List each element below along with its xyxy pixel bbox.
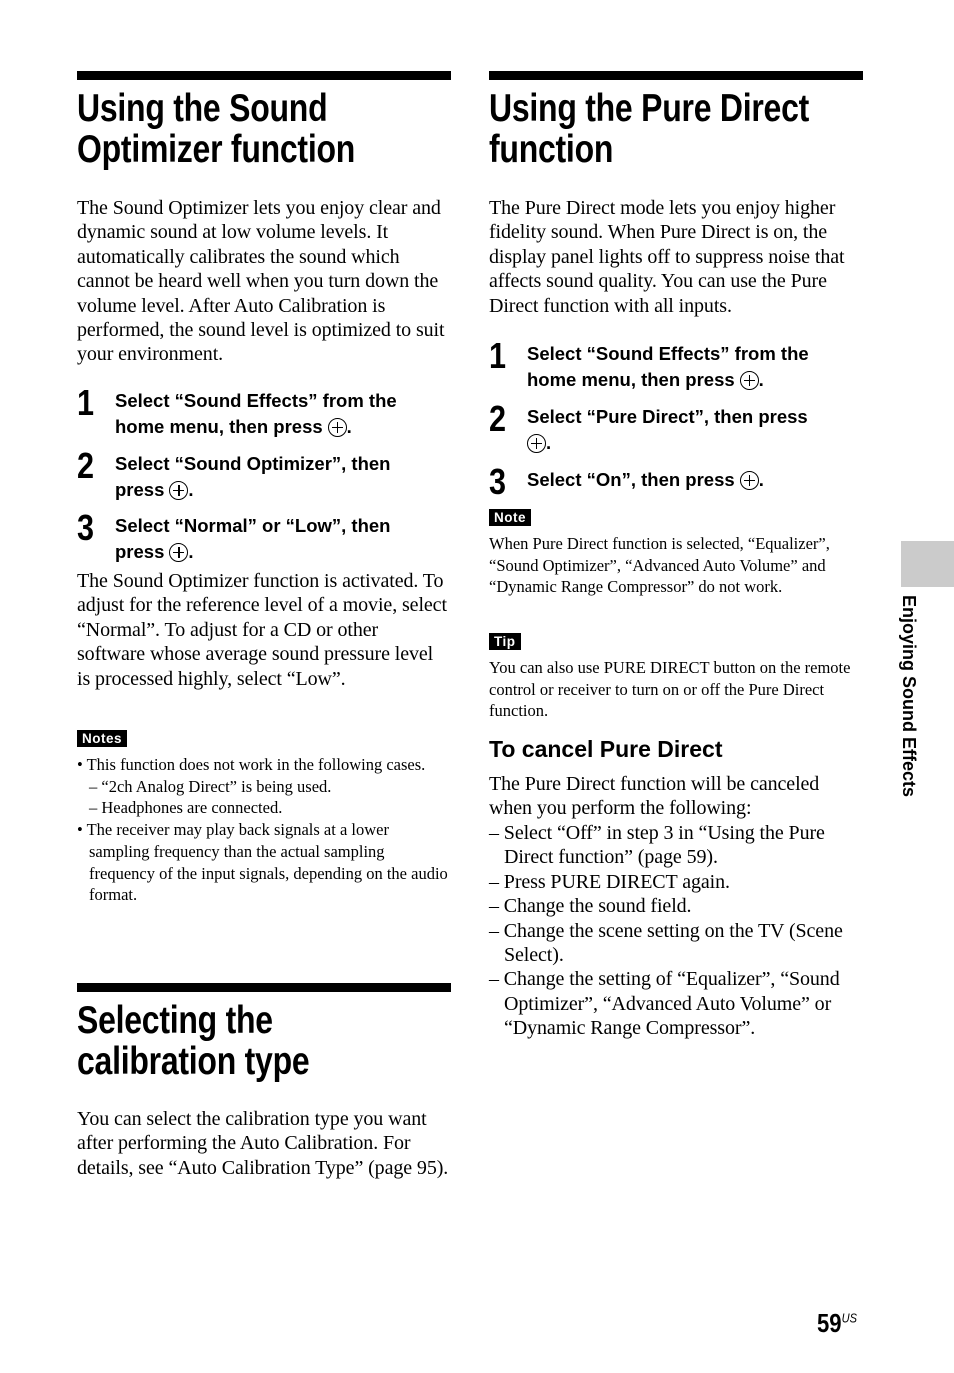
period: . [188,541,194,562]
period: . [758,469,764,490]
section-rule [77,983,451,992]
side-tab-marker [901,541,954,587]
enter-button-icon [169,543,189,562]
note-item: • The receiver may play back signals at … [77,820,448,905]
note-text: When Pure Direct function is selected, “… [489,534,830,597]
side-tab-label: Enjoying Sound Effects [899,595,919,798]
step-text: press [115,479,165,500]
note-item: – “2ch Analog Direct” is being used. [89,776,332,796]
note-item: • This function does not work in the fol… [77,755,426,774]
page-number: 59US [817,1308,857,1339]
step-number: 2 [489,398,507,439]
note-item: – Headphones are connected. [89,798,283,818]
step-text: home menu, then press [115,416,323,437]
period: . [188,479,194,500]
sound-optimizer-intro: The Sound Optimizer lets you enjoy clear… [77,197,445,366]
heading-line: Selecting the [77,999,273,1042]
enter-button-icon [169,481,189,500]
pure-direct-intro: The Pure Direct mode lets you enjoy high… [489,197,845,317]
region-suffix: US [841,1310,857,1326]
step-text: Select “Sound Effects” from the [115,390,397,411]
heading-line: Using the Pure Direct [489,87,810,130]
enter-button-icon [739,371,759,390]
heading-line: calibration type [77,1040,310,1083]
section-rule [489,71,863,80]
cancel-intro: The Pure Direct function will be cancele… [489,773,820,820]
step-text: press [115,541,165,562]
enter-button-icon [527,434,546,453]
section-rule [77,71,451,80]
step-number: 2 [77,445,95,486]
period: . [346,416,352,437]
page-number-value: 59 [817,1308,842,1338]
calibration-body: You can select the calibration type you … [77,1108,449,1179]
cancel-item: – Select “Off” in step 3 in “Using the P… [489,822,825,869]
heading-line: function [489,128,614,171]
heading-line: Optimizer function [77,128,356,171]
sound-optimizer-result: The Sound Optimizer function is activate… [77,570,447,690]
heading-calibration-type: Selecting the calibration type [77,1000,454,1082]
cancel-heading: To cancel Pure Direct [489,736,723,762]
heading-sound-optimizer: Using the Sound Optimizer function [77,88,454,170]
step-number: 1 [489,335,507,376]
cancel-item: – Change the scene setting on the TV (Sc… [489,919,843,967]
tip-badge: Tip [489,633,521,650]
period: . [546,432,552,453]
notes-list: • This function does not work in the fol… [77,754,451,906]
cancel-item: – Press PURE DIRECT again. [489,870,730,893]
step-text: Select “Sound Effects” from the [527,343,809,364]
step-number: 3 [77,507,95,548]
enter-button-icon [327,418,347,437]
step-text: Select “Sound Optimizer”, then [115,453,391,474]
cancel-item: – Change the setting of “Equalizer”, “So… [489,968,840,1040]
period: . [758,369,764,390]
notes-badge: Notes [77,730,128,747]
step-text: Select “Normal” or “Low”, then [115,515,391,536]
step-text: Select “Pure Direct”, then press [527,406,808,427]
step-text: home menu, then press [527,369,735,390]
enter-button-icon [739,471,759,490]
heading-line: Using the Sound [77,87,328,130]
heading-pure-direct: Using the Pure Direct function [489,88,866,170]
step-number: 1 [77,382,95,423]
cancel-item: – Change the sound field. [489,895,692,918]
manual-page: Using the Sound Optimizer function The S… [0,0,954,1373]
note-badge: Note [489,509,531,526]
step-number: 3 [489,461,507,502]
cancel-list: – Select “Off” in step 3 in “Using the P… [489,821,863,1041]
step-text: Select “On”, then press [527,469,735,490]
tip-text: You can also use PURE DIRECT button on t… [489,658,851,721]
